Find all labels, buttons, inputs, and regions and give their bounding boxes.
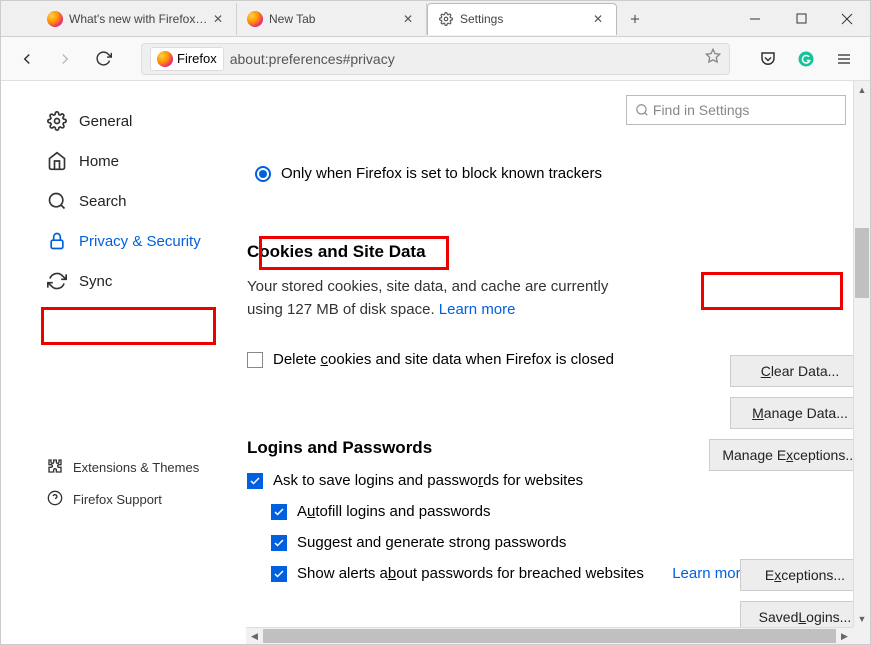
pocket-button[interactable] xyxy=(752,43,784,75)
horizontal-scrollbar[interactable]: ◀ ▶ xyxy=(246,627,853,644)
checkbox-icon xyxy=(247,473,263,489)
cookies-heading: Cookies and Site Data xyxy=(247,242,426,262)
manage-exceptions-button[interactable]: Manage Exceptions... xyxy=(709,439,870,471)
tab-label: What's new with Firefox - M xyxy=(69,12,210,26)
sidebar-item-label: General xyxy=(79,113,132,130)
checkbox-label: Suggest and generate strong passwords xyxy=(297,534,566,551)
puzzle-icon xyxy=(47,458,63,477)
find-in-settings-input[interactable]: Find in Settings xyxy=(626,95,846,125)
sidebar-helper-label: Extensions & Themes xyxy=(73,460,199,475)
clear-data-button[interactable]: Clear Data... xyxy=(730,355,870,387)
saved-logins-button[interactable]: Saved Logins... xyxy=(740,601,870,627)
url-bar[interactable]: Firefox about:preferences#privacy xyxy=(141,43,730,75)
maximize-button[interactable] xyxy=(778,1,824,37)
gear-icon xyxy=(47,111,67,131)
ask-save-logins-checkbox[interactable]: Ask to save logins and passwords for web… xyxy=(247,472,846,489)
app-menu-button[interactable] xyxy=(828,43,860,75)
identity-box[interactable]: Firefox xyxy=(150,47,224,71)
search-icon xyxy=(47,191,67,211)
minimize-button[interactable] xyxy=(732,1,778,37)
sidebar-item-general[interactable]: General xyxy=(41,101,219,141)
scroll-left-icon[interactable]: ◀ xyxy=(246,628,263,644)
tab-new-tab[interactable]: New Tab ✕ xyxy=(237,3,427,35)
autofill-logins-checkbox[interactable]: Autofill logins and passwords xyxy=(271,503,846,520)
vertical-scrollbar[interactable]: ▲ ▼ xyxy=(853,81,870,627)
tab-label: Settings xyxy=(460,12,590,26)
close-icon[interactable]: ✕ xyxy=(210,11,226,27)
back-button[interactable] xyxy=(11,43,43,75)
scrollbar-thumb[interactable] xyxy=(855,228,869,298)
suggest-strong-passwords-checkbox[interactable]: Suggest and generate strong passwords xyxy=(271,534,846,551)
reload-button[interactable] xyxy=(87,43,119,75)
forward-button[interactable] xyxy=(49,43,81,75)
checkbox-label: Delete cookies and site data when Firefo… xyxy=(273,351,614,368)
checkbox-icon xyxy=(271,566,287,582)
search-placeholder: Find in Settings xyxy=(653,102,750,118)
sidebar-firefox-support[interactable]: Firefox Support xyxy=(41,483,219,515)
sidebar-item-label: Sync xyxy=(79,273,112,290)
checkbox-label: Show alerts about passwords for breached… xyxy=(297,565,644,582)
url-text: about:preferences#privacy xyxy=(230,51,705,67)
sync-icon xyxy=(47,271,67,291)
tab-whats-new[interactable]: What's new with Firefox - M ✕ xyxy=(37,3,237,35)
tab-label: New Tab xyxy=(269,12,400,26)
nav-toolbar: Firefox about:preferences#privacy xyxy=(1,37,870,81)
sidebar-item-label: Privacy & Security xyxy=(79,233,201,250)
search-icon xyxy=(635,103,649,117)
sidebar-item-label: Home xyxy=(79,153,119,170)
sidebar-item-home[interactable]: Home xyxy=(41,141,219,181)
scrollbar-corner xyxy=(853,627,870,644)
settings-content: General Home Search Privacy & Security S… xyxy=(1,81,870,627)
radio-dot-icon xyxy=(255,166,271,182)
checkbox-label: Autofill logins and passwords xyxy=(297,503,490,520)
firefox-icon xyxy=(157,51,173,67)
sidebar-item-label: Search xyxy=(79,193,127,210)
scroll-right-icon[interactable]: ▶ xyxy=(836,628,853,644)
lock-icon xyxy=(47,231,67,251)
learn-more-link[interactable]: Learn more xyxy=(672,565,749,582)
close-icon[interactable]: ✕ xyxy=(400,11,416,27)
checkbox-icon xyxy=(271,535,287,551)
firefox-favicon xyxy=(247,11,263,27)
scroll-up-icon[interactable]: ▲ xyxy=(854,81,870,98)
close-icon[interactable]: ✕ xyxy=(590,11,606,27)
logins-buttons: Exceptions... Saved Logins... xyxy=(740,559,870,627)
sidebar-item-privacy[interactable]: Privacy & Security xyxy=(41,221,219,261)
gear-icon xyxy=(438,11,454,27)
logins-exceptions-button[interactable]: Exceptions... xyxy=(740,559,870,591)
firefox-favicon xyxy=(47,11,63,27)
settings-main: Find in Settings Only when Firefox is se… xyxy=(231,81,870,627)
cookies-buttons: Clear Data... Manage Data... Manage Exce… xyxy=(709,355,870,471)
window-controls xyxy=(732,1,870,37)
bookmark-star-icon[interactable] xyxy=(705,48,721,69)
close-window-button[interactable] xyxy=(824,1,870,37)
sidebar-extensions-themes[interactable]: Extensions & Themes xyxy=(41,451,219,483)
sidebar-item-sync[interactable]: Sync xyxy=(41,261,219,301)
checkbox-label: Ask to save logins and passwords for web… xyxy=(273,472,583,489)
help-icon xyxy=(47,490,63,509)
titlebar: What's new with Firefox - M ✕ New Tab ✕ … xyxy=(1,1,870,37)
manage-data-button[interactable]: Manage Data... xyxy=(730,397,870,429)
scroll-down-icon[interactable]: ▼ xyxy=(854,610,870,627)
new-tab-button[interactable] xyxy=(621,5,649,33)
sidebar-helper-label: Firefox Support xyxy=(73,492,162,507)
sidebar-item-search[interactable]: Search xyxy=(41,181,219,221)
home-icon xyxy=(47,151,67,171)
learn-more-link[interactable]: Learn more xyxy=(439,301,516,318)
tab-strip: What's new with Firefox - M ✕ New Tab ✕ … xyxy=(1,1,649,36)
settings-sidebar: General Home Search Privacy & Security S… xyxy=(1,81,231,627)
checkbox-icon xyxy=(271,504,287,520)
scrollbar-thumb[interactable] xyxy=(263,629,836,643)
cookies-description: Your stored cookies, site data, and cach… xyxy=(247,276,647,321)
grammarly-button[interactable] xyxy=(790,43,822,75)
radio-label: Only when Firefox is set to block known … xyxy=(281,165,602,182)
checkbox-icon xyxy=(247,352,263,368)
radio-block-known-trackers[interactable]: Only when Firefox is set to block known … xyxy=(255,165,846,182)
tab-settings[interactable]: Settings ✕ xyxy=(427,3,617,35)
identity-label: Firefox xyxy=(177,51,217,66)
